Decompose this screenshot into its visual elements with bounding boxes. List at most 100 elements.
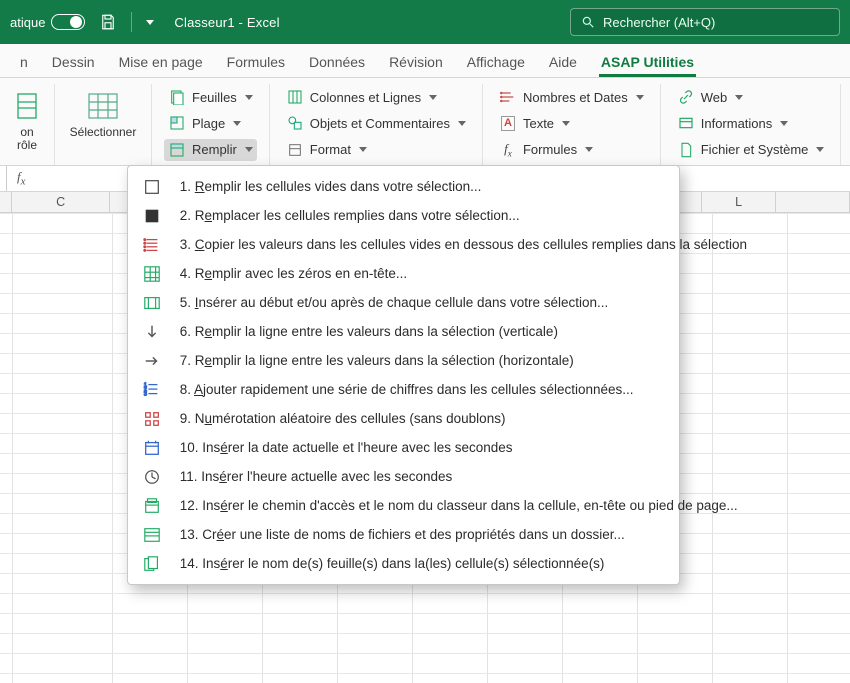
plage-button[interactable]: Plage	[164, 112, 257, 134]
qat-more-icon[interactable]	[146, 20, 154, 25]
chevron-down-icon	[359, 147, 367, 152]
tab-formules[interactable]: Formules	[225, 46, 287, 77]
feuilles-button[interactable]: Feuilles	[164, 86, 257, 108]
tab-asap-utilities[interactable]: ASAP Utilities	[599, 46, 696, 77]
menu-item-6[interactable]: 6. Remplir la ligne entre les valeurs da…	[128, 317, 679, 346]
menu-item-icon	[142, 409, 162, 429]
grid-icon	[85, 88, 121, 124]
tab-dessin[interactable]: Dessin	[50, 46, 97, 77]
autosave-label: atique	[10, 15, 45, 30]
menu-item-label: 1. Remplir les cellules vides dans votre…	[176, 179, 481, 194]
menu-item-9[interactable]: 9. Numérotation aléatoire des cellules (…	[128, 404, 679, 433]
ribbon-body: onrôle Sélectionner Feuilles Plage Rempl…	[0, 78, 850, 166]
menu-item-2[interactable]: 2. Remplacer les cellules remplies dans …	[128, 201, 679, 230]
menu-item-3[interactable]: 3. Copier les valeurs dans les cellules …	[128, 230, 679, 259]
bigbtn-fragment[interactable]: onrôle	[12, 86, 42, 152]
search-placeholder: Rechercher (Alt+Q)	[603, 15, 715, 30]
group-left-fragment: onrôle	[0, 84, 54, 165]
group-io: Importer Exporter Démarrer	[840, 84, 850, 165]
chevron-down-icon	[429, 95, 437, 100]
fx-label: fx	[17, 169, 25, 188]
menu-item-4[interactable]: 4. Remplir avec les zéros en en-tête...	[128, 259, 679, 288]
file-icon	[677, 141, 695, 159]
menu-item-icon	[142, 438, 162, 458]
tab-revision[interactable]: Révision	[387, 46, 445, 77]
tab-mise-en-page[interactable]: Mise en page	[117, 46, 205, 77]
columns-icon	[286, 88, 304, 106]
document-title: Classeur1 - Excel	[174, 15, 279, 30]
chevron-down-icon	[245, 95, 253, 100]
info-icon	[677, 114, 695, 132]
fichier-systeme-button[interactable]: Fichier et Système	[673, 139, 829, 161]
menu-item-icon	[142, 264, 162, 284]
save-icon[interactable]	[99, 13, 117, 31]
group-sheets: Feuilles Plage Remplir	[151, 84, 269, 165]
group-web: Web Informations Fichier et Système	[660, 84, 841, 165]
fx-icon: fx	[499, 141, 517, 159]
menu-item-label: 4. Remplir avec les zéros en en-tête...	[176, 266, 407, 281]
svg-text:3: 3	[144, 391, 147, 397]
tab-fragment[interactable]: n	[18, 46, 30, 77]
col-C[interactable]: C	[12, 192, 111, 212]
menu-item-icon	[142, 467, 162, 487]
menu-item-label: 6. Remplir la ligne entre les valeurs da…	[176, 324, 558, 339]
chevron-down-icon	[735, 95, 743, 100]
search-icon	[581, 15, 595, 29]
menu-item-5[interactable]: 5. Insérer au début et/ou après de chaqu…	[128, 288, 679, 317]
remplir-button[interactable]: Remplir	[164, 139, 257, 161]
autosave-toggle[interactable]: atique	[10, 14, 85, 30]
menu-item-label: 11. Insérer l'heure actuelle avec les se…	[176, 469, 452, 484]
menu-item-1[interactable]: 1. Remplir les cellules vides dans votre…	[128, 172, 679, 201]
menu-item-icon	[142, 496, 162, 516]
group-numbers: Nombres et Dates A Texte fx Formules	[482, 84, 660, 165]
chevron-down-icon	[245, 147, 253, 152]
group-selectionner: Sélectionner	[54, 84, 151, 165]
text-icon: A	[499, 114, 517, 132]
colonnes-lignes-button[interactable]: Colonnes et Lignes	[282, 86, 470, 108]
link-icon	[677, 88, 695, 106]
group-columns: Colonnes et Lignes Objets et Commentaire…	[269, 84, 482, 165]
informations-button[interactable]: Informations	[673, 112, 829, 134]
menu-item-label: 3. Copier les valeurs dans les cellules …	[176, 237, 747, 252]
menu-item-13[interactable]: 13. Créer une liste de noms de fichiers …	[128, 520, 679, 549]
chevron-down-icon	[458, 121, 466, 126]
tab-affichage[interactable]: Affichage	[465, 46, 527, 77]
menu-item-label: 13. Créer une liste de noms de fichiers …	[176, 527, 625, 542]
fill-icon	[168, 141, 186, 159]
menu-item-14[interactable]: 14. Insérer le nom de(s) feuille(s) dans…	[128, 549, 679, 578]
chevron-down-icon	[562, 121, 570, 126]
chevron-down-icon	[636, 95, 644, 100]
sheet-icon	[9, 88, 45, 124]
chevron-down-icon	[816, 147, 824, 152]
menu-item-icon	[142, 293, 162, 313]
formules-button[interactable]: fx Formules	[495, 139, 648, 161]
tab-aide[interactable]: Aide	[547, 46, 579, 77]
tab-donnees[interactable]: Données	[307, 46, 367, 77]
menu-item-label: 10. Insérer la date actuelle et l'heure …	[176, 440, 513, 455]
menu-item-7[interactable]: 7. Remplir la ligne entre les valeurs da…	[128, 346, 679, 375]
menu-item-icon	[142, 235, 162, 255]
menu-item-icon	[142, 525, 162, 545]
menu-item-icon	[142, 206, 162, 226]
menu-item-icon	[142, 322, 162, 342]
menu-item-11[interactable]: 11. Insérer l'heure actuelle avec les se…	[128, 462, 679, 491]
chevron-down-icon	[780, 121, 788, 126]
menu-item-10[interactable]: 10. Insérer la date actuelle et l'heure …	[128, 433, 679, 462]
web-button[interactable]: Web	[673, 86, 829, 108]
col-L[interactable]: L	[702, 192, 776, 212]
texte-button[interactable]: A Texte	[495, 112, 648, 134]
separator	[131, 12, 132, 32]
search-input[interactable]: Rechercher (Alt+Q)	[570, 8, 840, 36]
format-button[interactable]: Format	[282, 139, 470, 161]
menu-item-label: 2. Remplacer les cellules remplies dans …	[176, 208, 520, 223]
nombres-dates-button[interactable]: Nombres et Dates	[495, 86, 648, 108]
menu-item-8[interactable]: 123 8. Ajouter rapidement une série de c…	[128, 375, 679, 404]
selectionner-button[interactable]: Sélectionner	[67, 86, 139, 143]
format-icon	[286, 141, 304, 159]
menu-item-label: 7. Remplir la ligne entre les valeurs da…	[176, 353, 574, 368]
numbers-icon	[499, 88, 517, 106]
menu-item-label: 8. Ajouter rapidement une série de chiff…	[176, 382, 634, 397]
menu-item-12[interactable]: 12. Insérer le chemin d'accès et le nom …	[128, 491, 679, 520]
menu-item-label: 12. Insérer le chemin d'accès et le nom …	[176, 498, 738, 513]
objets-commentaires-button[interactable]: Objets et Commentaires	[282, 112, 470, 134]
